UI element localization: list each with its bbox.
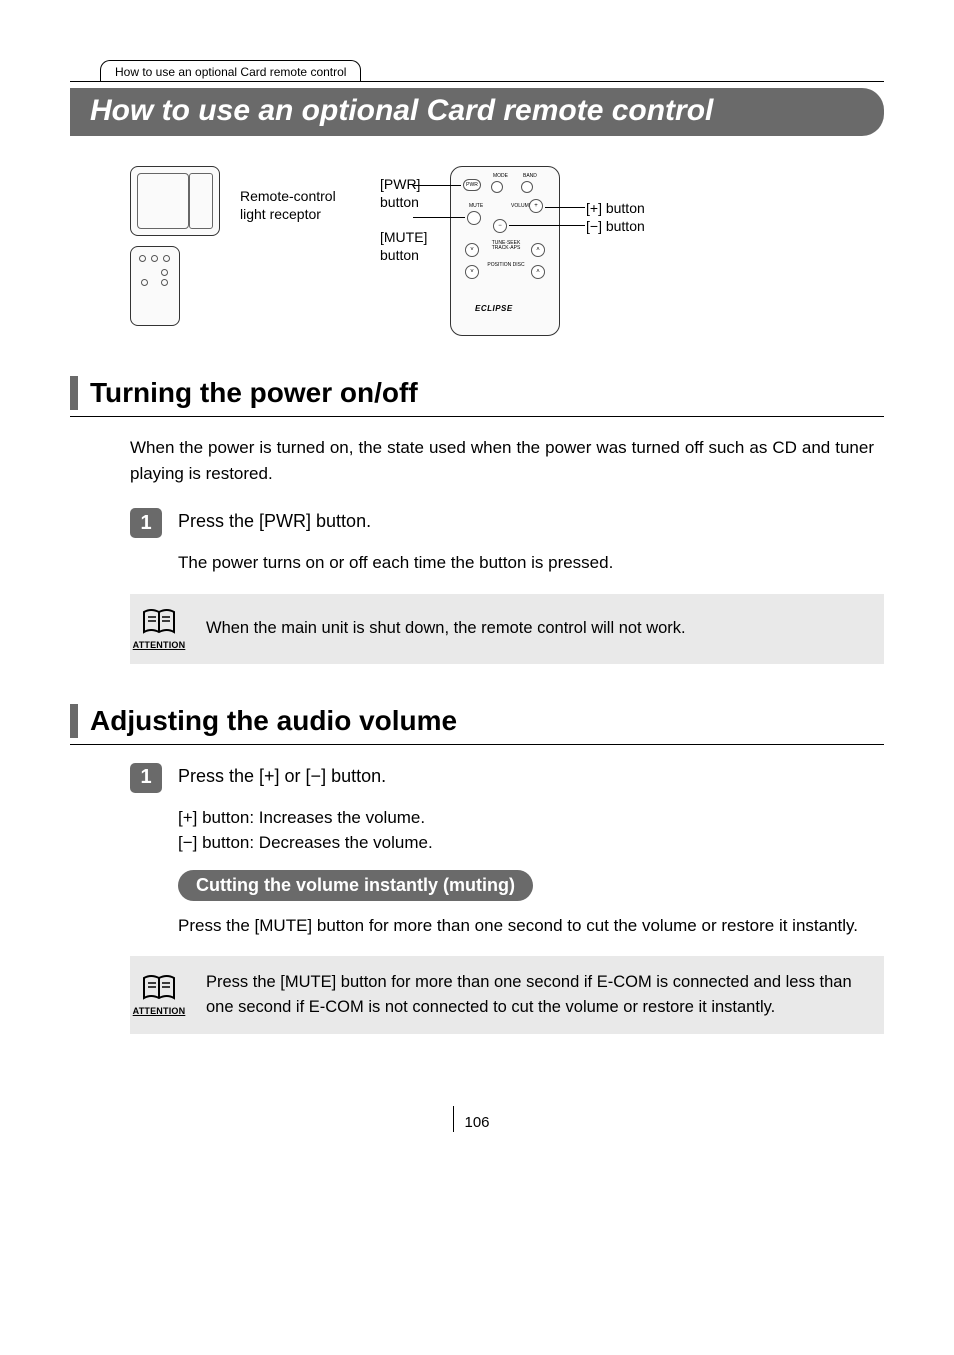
- plus-desc: [+] button: Increases the volume.: [178, 805, 884, 831]
- up-icon: ˄: [531, 243, 545, 257]
- attention-box-1: ATTENTION When the main unit is shut dow…: [130, 594, 884, 664]
- attention-box-2: ATTENTION Press the [MUTE] button for mo…: [130, 956, 884, 1034]
- mute-text: MUTE: [469, 203, 483, 209]
- pwr-icon: PWR: [463, 179, 481, 191]
- step-badge-1b: 1: [130, 763, 162, 793]
- step1a-sub: The power turns on or off each time the …: [178, 550, 884, 576]
- section-accent: [70, 376, 78, 410]
- diagram-area: Remote-control light receptor [PWR] butt…: [130, 166, 884, 336]
- remote-large-illustration: PWR MODE BAND MUTE VOLUME + − TUNE·SEEK …: [450, 166, 560, 336]
- breadcrumb-tab: How to use an optional Card remote contr…: [100, 60, 361, 81]
- pwr-button-label: [PWR] button: [380, 176, 450, 211]
- attention-text-2: Press the [MUTE] button for more than on…: [206, 970, 868, 1020]
- down-icon: ˅: [465, 243, 479, 257]
- header-rule: [70, 81, 884, 82]
- step1a-label: Press the [PWR] button.: [178, 511, 371, 532]
- plus-button-label: [+] button: [586, 200, 650, 218]
- step1b-label: Press the [+] or [−] button.: [178, 766, 386, 787]
- band-label: BAND: [523, 173, 537, 179]
- book-icon: [141, 608, 177, 638]
- plus-icon: +: [529, 199, 543, 213]
- minus-desc: [−] button: Decreases the volume.: [178, 830, 884, 856]
- brand-logo: ECLIPSE: [475, 304, 513, 313]
- mode-label: MODE: [493, 173, 508, 179]
- page-number: 106: [70, 1114, 884, 1131]
- step-badge-1a: 1: [130, 508, 162, 538]
- book-icon: [141, 974, 177, 1004]
- remote-small-illustration: [130, 246, 180, 326]
- attention-label-1: ATTENTION: [130, 640, 188, 650]
- minus-button-label: [−] button: [586, 218, 650, 236]
- mute-button-label: [MUTE] button: [380, 229, 450, 264]
- section1-intro: When the power is turned on, the state u…: [130, 435, 874, 486]
- attention-label-2: ATTENTION: [130, 1006, 188, 1016]
- minus-icon: −: [493, 219, 507, 233]
- section2-title: Adjusting the audio volume: [90, 705, 457, 737]
- section1-title: Turning the power on/off: [90, 377, 418, 409]
- muting-subtitle: Cutting the volume instantly (muting): [178, 870, 533, 901]
- section1-rule: [70, 416, 884, 417]
- mute-icon: [467, 211, 481, 225]
- position-text: POSITION DISC: [485, 263, 527, 268]
- page-title-banner: How to use an optional Card remote contr…: [70, 88, 884, 136]
- attention-text-1: When the main unit is shut down, the rem…: [206, 616, 686, 641]
- head-unit-illustration: [130, 166, 220, 236]
- receptor-label: Remote-control light receptor: [240, 166, 360, 223]
- tune-text: TUNE·SEEK TRACK·APS: [481, 241, 531, 251]
- section-accent-2: [70, 704, 78, 738]
- section2-rule: [70, 744, 884, 745]
- muting-body: Press the [MUTE] button for more than on…: [178, 913, 874, 939]
